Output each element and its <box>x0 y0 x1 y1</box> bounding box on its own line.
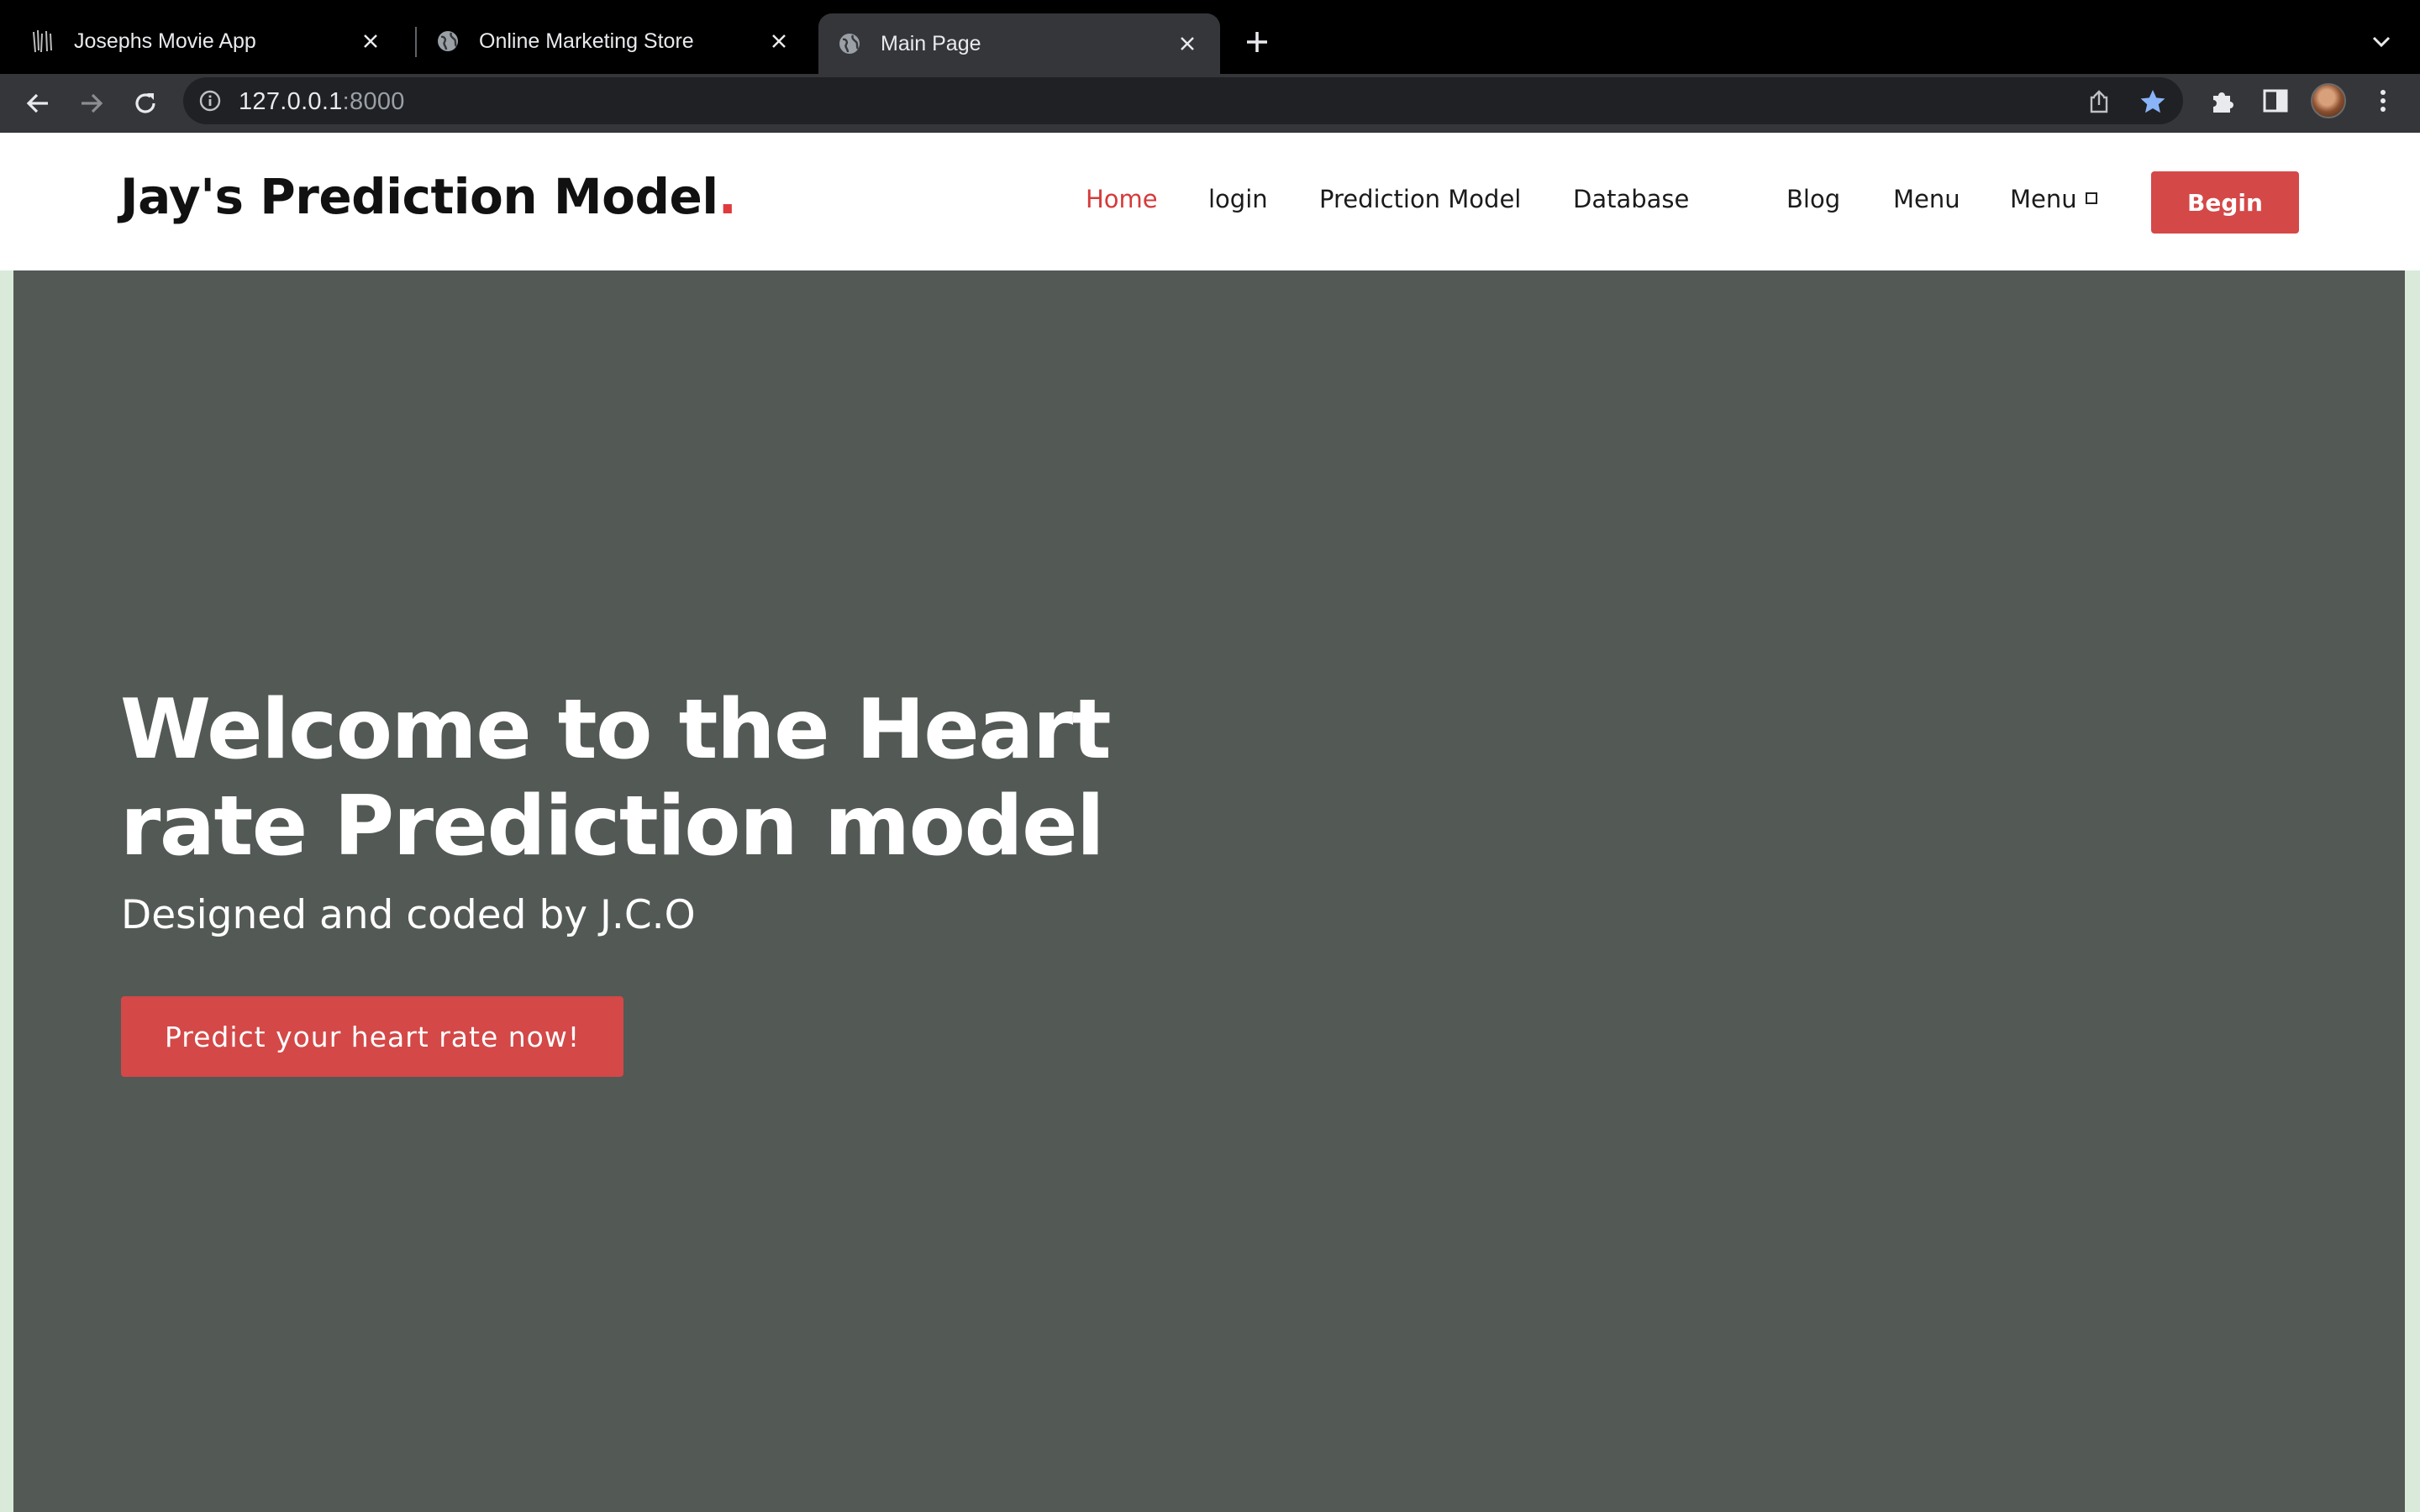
url-text: 127.0.0.1:8000 <box>239 88 405 116</box>
side-panel-icon[interactable] <box>2260 86 2291 116</box>
globe-icon <box>837 31 862 56</box>
site-header: Jay's Prediction Model. Home login Predi… <box>0 133 2420 270</box>
nav-menu[interactable]: Menu <box>1893 185 1960 213</box>
more-vert-icon[interactable] <box>2368 86 2398 116</box>
dropdown-square-icon <box>2085 192 2097 204</box>
brand-text: Jay's Prediction Model <box>120 168 718 225</box>
nav-database[interactable]: Database <box>1573 185 1689 213</box>
globe-icon <box>435 29 460 54</box>
close-icon[interactable] <box>766 29 792 54</box>
predict-heart-rate-button[interactable]: Predict your heart rate now! <box>121 996 623 1077</box>
nav-menu-dropdown[interactable]: Menu <box>2010 185 2097 213</box>
nav-home[interactable]: Home <box>1086 185 1158 213</box>
brand-logo[interactable]: Jay's Prediction Model. <box>120 168 737 225</box>
tab-strip: Josephs Movie App Online Marketing Store… <box>0 0 2420 74</box>
forward-arrow-icon[interactable] <box>74 86 109 121</box>
back-arrow-icon[interactable] <box>20 86 55 121</box>
hero-section: Welcome to the Heart rate Prediction mod… <box>13 270 2405 1512</box>
new-tab-plus-icon[interactable] <box>1240 25 1274 59</box>
url-host: 127.0.0.1 <box>239 88 343 115</box>
nav-menu-dropdown-label: Menu <box>2010 185 2077 213</box>
tab-main-page[interactable]: Main Page <box>818 13 1220 74</box>
reload-icon[interactable] <box>128 86 163 121</box>
nav-prediction-model[interactable]: Prediction Model <box>1319 185 1521 213</box>
nav-blog[interactable]: Blog <box>1786 185 1840 213</box>
close-icon[interactable] <box>1175 31 1200 56</box>
share-icon[interactable] <box>2086 88 2112 115</box>
tab-title: Online Marketing Store <box>479 29 694 53</box>
hero-title: Welcome to the Heart rate Prediction mod… <box>120 682 1112 874</box>
tab-title: Main Page <box>881 31 981 55</box>
brand-dot: . <box>718 168 737 225</box>
close-icon[interactable] <box>358 29 383 54</box>
page-viewport: Jay's Prediction Model. Home login Predi… <box>0 133 2420 1512</box>
url-port: :8000 <box>342 88 405 115</box>
begin-button[interactable]: Begin <box>2151 171 2299 234</box>
tab-online-marketing-store[interactable]: Online Marketing Store <box>417 13 812 69</box>
info-icon[interactable] <box>198 89 222 113</box>
address-bar[interactable]: 127.0.0.1:8000 <box>183 77 2183 124</box>
profile-avatar[interactable] <box>2311 83 2346 118</box>
tab-josephs-movie-app[interactable]: Josephs Movie App <box>0 13 403 69</box>
nav-login[interactable]: login <box>1208 185 1268 213</box>
tab-title: Josephs Movie App <box>74 29 256 53</box>
movie-favicon-icon <box>30 29 55 54</box>
hero-subtitle: Designed and coded by J.C.O <box>121 892 696 938</box>
extensions-puzzle-icon[interactable] <box>2207 86 2237 116</box>
chevron-down-icon[interactable] <box>2366 27 2396 57</box>
bookmark-star-icon[interactable] <box>2139 88 2166 115</box>
